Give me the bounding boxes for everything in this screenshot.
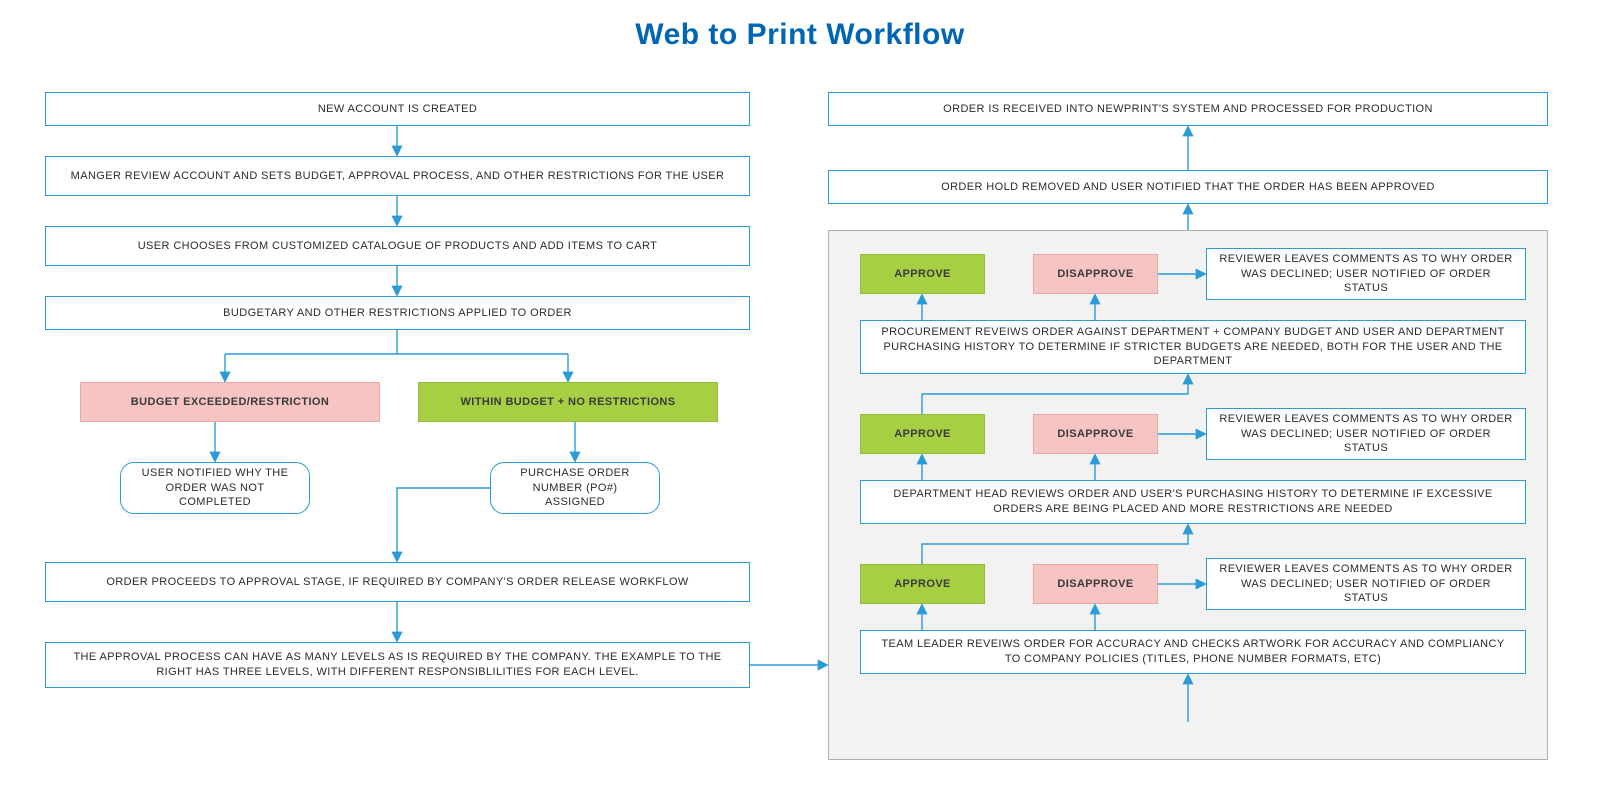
diagram-title: Web to Print Workflow — [0, 0, 1600, 62]
box-disapprove-2: DISAPPROVE — [1033, 414, 1158, 454]
box-budgetary: BUDGETARY AND OTHER RESTRICTIONS APPLIED… — [45, 296, 750, 330]
box-disapprove-3: DISAPPROVE — [1033, 254, 1158, 294]
box-budget-exceeded: BUDGET EXCEEDED/RESTRICTION — [80, 382, 380, 422]
box-user-notified: USER NOTIFIED WHY THE ORDER WAS NOT COMP… — [120, 462, 310, 514]
box-order-hold-removed: ORDER HOLD REMOVED AND USER NOTIFIED THA… — [828, 170, 1548, 204]
box-reviewer-3: REVIEWER LEAVES COMMENTS AS TO WHY ORDER… — [1206, 248, 1526, 300]
box-disapprove-1: DISAPPROVE — [1033, 564, 1158, 604]
box-reviewer-1: REVIEWER LEAVES COMMENTS AS TO WHY ORDER… — [1206, 558, 1526, 610]
box-procurement: PROCUREMENT REVEIWS ORDER AGAINST DEPART… — [860, 320, 1526, 374]
box-department-head: DEPARTMENT HEAD REVIEWS ORDER AND USER'S… — [860, 480, 1526, 524]
box-new-account: NEW ACCOUNT IS CREATED — [45, 92, 750, 126]
box-approve-3: APPROVE — [860, 254, 985, 294]
diagram-canvas: NEW ACCOUNT IS CREATED MANGER REVIEW ACC… — [0, 62, 1600, 792]
box-manager-review: MANGER REVIEW ACCOUNT AND SETS BUDGET, A… — [45, 156, 750, 196]
box-approval-process: THE APPROVAL PROCESS CAN HAVE AS MANY LE… — [45, 642, 750, 688]
box-user-chooses: USER CHOOSES FROM CUSTOMIZED CATALOGUE O… — [45, 226, 750, 266]
box-approve-2: APPROVE — [860, 414, 985, 454]
box-order-received: ORDER IS RECEIVED INTO NEWPRINT'S SYSTEM… — [828, 92, 1548, 126]
box-order-proceeds: ORDER PROCEEDS TO APPROVAL STAGE, IF REQ… — [45, 562, 750, 602]
box-approve-1: APPROVE — [860, 564, 985, 604]
box-reviewer-2: REVIEWER LEAVES COMMENTS AS TO WHY ORDER… — [1206, 408, 1526, 460]
box-within-budget: WITHIN BUDGET + NO RESTRICTIONS — [418, 382, 718, 422]
box-team-leader: TEAM LEADER REVEIWS ORDER FOR ACCURACY A… — [860, 630, 1526, 674]
box-po-assigned: PURCHASE ORDER NUMBER (PO#) ASSIGNED — [490, 462, 660, 514]
